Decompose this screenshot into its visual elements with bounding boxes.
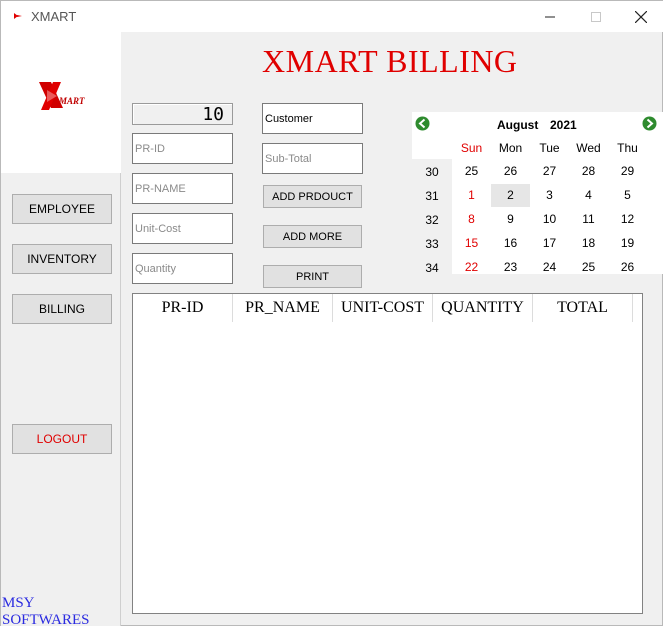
week-number: 31 <box>412 189 452 203</box>
week-number: 34 <box>412 261 452 274</box>
maximize-button[interactable] <box>573 1 619 32</box>
pr-id-input[interactable] <box>133 134 232 163</box>
calendar-day[interactable]: 25 <box>452 160 491 183</box>
calendar-day[interactable]: 1 <box>452 184 491 207</box>
app-icon <box>14 13 22 19</box>
column-header[interactable]: PR-ID <box>133 294 233 322</box>
calendar-day[interactable]: 11 <box>569 208 608 231</box>
footer-brand: MSY SOFTWARES <box>2 595 90 626</box>
column-header[interactable]: TOTAL <box>533 294 633 322</box>
weekday-label: Thu <box>617 141 638 155</box>
subtotal-input[interactable] <box>263 144 362 173</box>
calendar-day[interactable]: 24 <box>530 256 569 274</box>
customer-input[interactable] <box>263 104 362 133</box>
calendar-day[interactable]: 17 <box>530 232 569 255</box>
week-number: 33 <box>412 237 452 251</box>
inventory-button[interactable]: INVENTORY <box>12 244 112 274</box>
calendar-day[interactable]: 3 <box>530 184 569 207</box>
column-header[interactable]: QUANTITY <box>433 294 533 322</box>
sidebar: MART EMPLOYEE INVENTORY BILLING LOGOUT M… <box>1 32 121 626</box>
unit-cost-input[interactable] <box>133 214 232 243</box>
quantity-field[interactable] <box>132 253 233 284</box>
calendar-day[interactable]: 15 <box>452 232 491 255</box>
close-button[interactable] <box>618 1 663 32</box>
calendar-day[interactable]: 26 <box>491 160 530 183</box>
calendar-day[interactable]: 18 <box>569 232 608 255</box>
quantity-input[interactable] <box>133 254 232 283</box>
calendar-day[interactable]: 25 <box>569 256 608 274</box>
calendar-next-icon[interactable] <box>642 116 657 131</box>
billing-table[interactable]: PR-ID PR_NAME UNIT-COST QUANTITY TOTAL <box>132 293 643 614</box>
column-header[interactable]: UNIT-COST <box>333 294 433 322</box>
column-header[interactable]: PR_NAME <box>233 294 333 322</box>
calendar-day[interactable]: 8 <box>452 208 491 231</box>
weekday-label: Sun <box>460 141 483 155</box>
weekday-label: Mon <box>498 141 523 155</box>
app-window: XMART MART EMPLOYEE INVENTORY BILLING LO… <box>0 0 663 626</box>
subtotal-field[interactable] <box>262 143 363 174</box>
pr-name-field[interactable] <box>132 173 233 204</box>
page-title: XMART BILLING <box>262 43 518 79</box>
billing-button[interactable]: BILLING <box>12 294 112 324</box>
minimize-icon <box>545 16 555 17</box>
weekday-label: Wed <box>576 141 601 155</box>
week-number: 32 <box>412 213 452 227</box>
calendar-day[interactable]: 27 <box>530 160 569 183</box>
calendar-day[interactable]: 4 <box>569 184 608 207</box>
calendar-day[interactable]: 28 <box>569 160 608 183</box>
calendar-prev-icon[interactable] <box>415 116 430 131</box>
calendar-day[interactable]: 10 <box>530 208 569 231</box>
add-more-button[interactable]: ADD MORE <box>263 225 362 248</box>
calendar-day[interactable]: 23 <box>491 256 530 274</box>
pr-id-field[interactable] <box>132 133 233 164</box>
calendar-month[interactable]: August <box>497 118 538 132</box>
calendar-day[interactable]: 16 <box>491 232 530 255</box>
calendar-header: August 2021 <box>412 112 663 136</box>
calendar-day[interactable]: 19 <box>608 232 647 255</box>
calendar-day[interactable]: 12 <box>608 208 647 231</box>
calendar-day[interactable]: 26 <box>608 256 647 274</box>
svg-text:MART: MART <box>58 96 85 106</box>
close-icon <box>635 10 647 23</box>
add-product-button[interactable]: ADD PRDOUCT <box>263 185 362 208</box>
title-bar: XMART <box>1 1 663 32</box>
calendar-day[interactable]: 29 <box>608 160 647 183</box>
xmart-logo: MART <box>39 82 85 110</box>
logo-area: MART <box>1 32 121 173</box>
lcd-value: 10 <box>202 104 224 125</box>
print-button[interactable]: PRINT <box>263 265 362 288</box>
calendar-day[interactable]: 9 <box>491 208 530 231</box>
calendar-year[interactable]: 2021 <box>550 118 577 132</box>
week-number: 30 <box>412 165 452 179</box>
calendar-day[interactable]: 2 <box>491 184 530 207</box>
calendar[interactable]: August 2021 Sun Mon Tue Wed Thu 30 25 26 27 28 29 3… <box>412 112 663 274</box>
pr-name-input[interactable] <box>133 174 232 203</box>
unit-cost-field[interactable] <box>132 213 233 244</box>
calendar-day[interactable]: 5 <box>608 184 647 207</box>
weekday-label: Tue <box>539 141 560 155</box>
lcd-counter: 10 <box>132 103 233 125</box>
minimize-button[interactable] <box>527 1 573 32</box>
window-title: XMART <box>31 9 77 24</box>
calendar-day[interactable]: 22 <box>452 256 491 274</box>
logout-button[interactable]: LOGOUT <box>12 424 112 454</box>
maximize-icon <box>591 11 601 22</box>
customer-field[interactable] <box>262 103 363 134</box>
employee-button[interactable]: EMPLOYEE <box>12 194 112 224</box>
